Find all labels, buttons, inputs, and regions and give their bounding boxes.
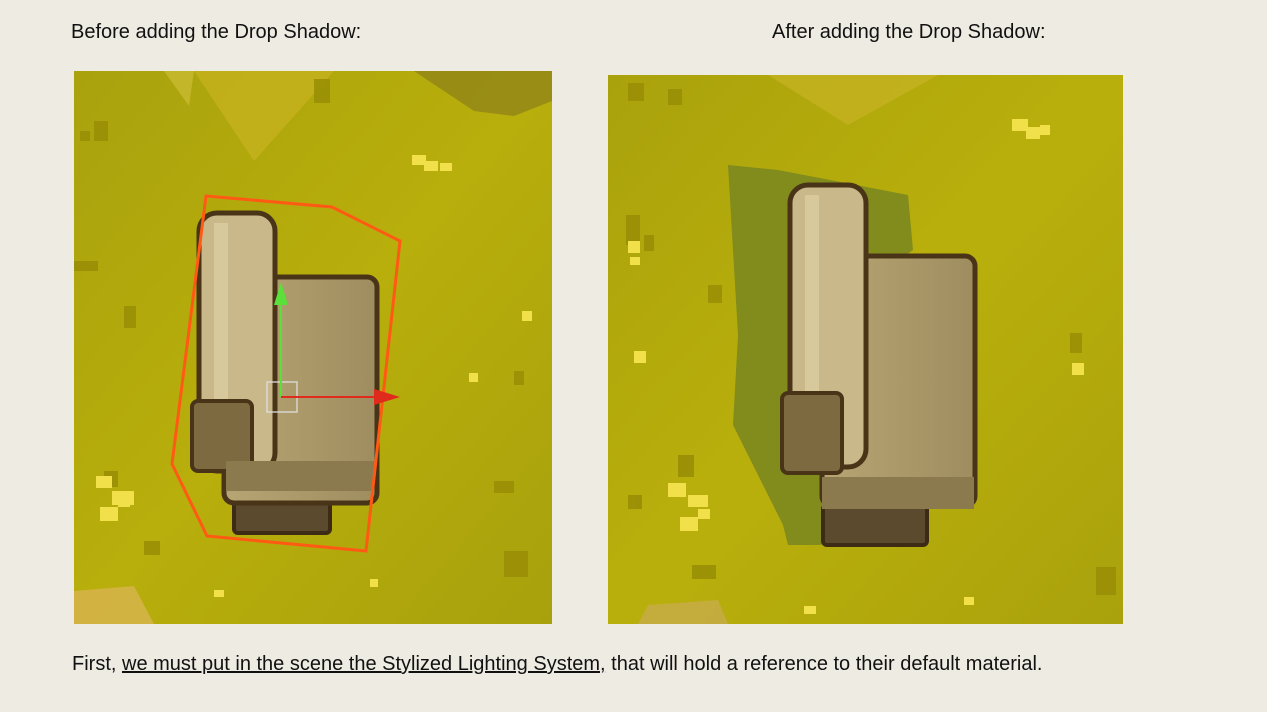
caption-after: After adding the Drop Shadow:	[772, 21, 1046, 43]
before-screenshot	[74, 71, 552, 624]
body-paragraph: First, we must put in the scene the Styl…	[72, 652, 1043, 676]
body-suffix: that will hold a reference to their defa…	[605, 653, 1043, 675]
body-prefix: First,	[72, 653, 122, 675]
after-screenshot	[608, 75, 1123, 624]
stylized-lighting-system-link[interactable]: we must put in the scene the Stylized Li…	[122, 653, 606, 675]
caption-before: Before adding the Drop Shadow:	[71, 21, 362, 43]
